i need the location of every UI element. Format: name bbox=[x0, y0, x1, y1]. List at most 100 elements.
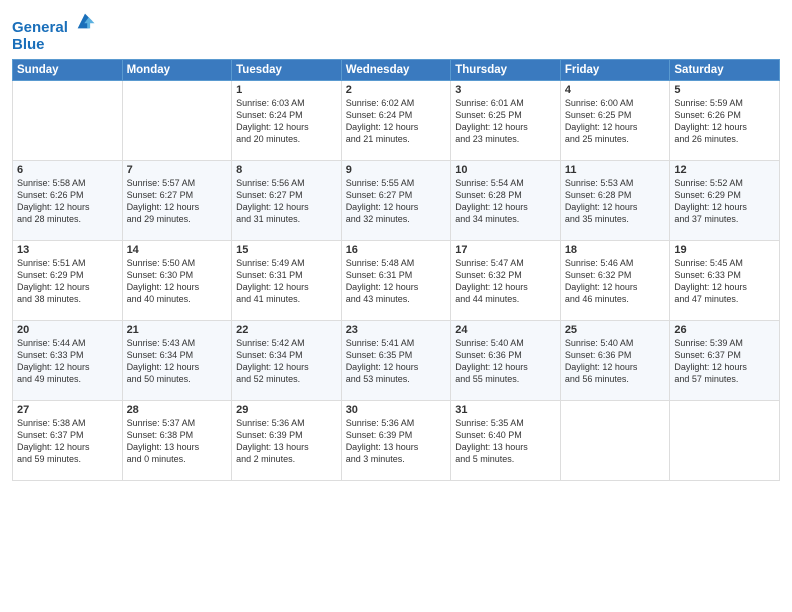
calendar-cell bbox=[560, 401, 670, 481]
cell-content: Sunrise: 5:57 AM Sunset: 6:27 PM Dayligh… bbox=[127, 177, 228, 226]
calendar-cell: 1Sunrise: 6:03 AM Sunset: 6:24 PM Daylig… bbox=[232, 81, 342, 161]
calendar-cell: 13Sunrise: 5:51 AM Sunset: 6:29 PM Dayli… bbox=[13, 241, 123, 321]
day-number: 17 bbox=[455, 244, 556, 256]
calendar-header-row: SundayMondayTuesdayWednesdayThursdayFrid… bbox=[13, 60, 780, 81]
calendar-header-wednesday: Wednesday bbox=[341, 60, 451, 81]
cell-content: Sunrise: 5:55 AM Sunset: 6:27 PM Dayligh… bbox=[346, 177, 447, 226]
day-number: 29 bbox=[236, 404, 337, 416]
cell-content: Sunrise: 5:51 AM Sunset: 6:29 PM Dayligh… bbox=[17, 257, 118, 306]
cell-content: Sunrise: 5:49 AM Sunset: 6:31 PM Dayligh… bbox=[236, 257, 337, 306]
calendar-cell: 16Sunrise: 5:48 AM Sunset: 6:31 PM Dayli… bbox=[341, 241, 451, 321]
calendar-header-thursday: Thursday bbox=[451, 60, 561, 81]
day-number: 18 bbox=[565, 244, 666, 256]
cell-content: Sunrise: 5:40 AM Sunset: 6:36 PM Dayligh… bbox=[455, 337, 556, 386]
calendar-week-row: 27Sunrise: 5:38 AM Sunset: 6:37 PM Dayli… bbox=[13, 401, 780, 481]
day-number: 27 bbox=[17, 404, 118, 416]
calendar-cell bbox=[670, 401, 780, 481]
day-number: 8 bbox=[236, 164, 337, 176]
calendar-cell: 7Sunrise: 5:57 AM Sunset: 6:27 PM Daylig… bbox=[122, 161, 232, 241]
day-number: 14 bbox=[127, 244, 228, 256]
day-number: 1 bbox=[236, 84, 337, 96]
calendar-cell: 18Sunrise: 5:46 AM Sunset: 6:32 PM Dayli… bbox=[560, 241, 670, 321]
calendar-cell: 25Sunrise: 5:40 AM Sunset: 6:36 PM Dayli… bbox=[560, 321, 670, 401]
calendar-cell: 9Sunrise: 5:55 AM Sunset: 6:27 PM Daylig… bbox=[341, 161, 451, 241]
calendar-cell: 19Sunrise: 5:45 AM Sunset: 6:33 PM Dayli… bbox=[670, 241, 780, 321]
calendar-week-row: 1Sunrise: 6:03 AM Sunset: 6:24 PM Daylig… bbox=[13, 81, 780, 161]
day-number: 15 bbox=[236, 244, 337, 256]
cell-content: Sunrise: 6:02 AM Sunset: 6:24 PM Dayligh… bbox=[346, 97, 447, 146]
cell-content: Sunrise: 5:42 AM Sunset: 6:34 PM Dayligh… bbox=[236, 337, 337, 386]
day-number: 7 bbox=[127, 164, 228, 176]
day-number: 23 bbox=[346, 324, 447, 336]
calendar-cell bbox=[122, 81, 232, 161]
day-number: 6 bbox=[17, 164, 118, 176]
cell-content: Sunrise: 5:50 AM Sunset: 6:30 PM Dayligh… bbox=[127, 257, 228, 306]
cell-content: Sunrise: 5:35 AM Sunset: 6:40 PM Dayligh… bbox=[455, 417, 556, 466]
day-number: 5 bbox=[674, 84, 775, 96]
page-container: General Blue SundayMondayTuesdayWednesda… bbox=[0, 0, 792, 612]
cell-content: Sunrise: 5:45 AM Sunset: 6:33 PM Dayligh… bbox=[674, 257, 775, 306]
cell-content: Sunrise: 5:43 AM Sunset: 6:34 PM Dayligh… bbox=[127, 337, 228, 386]
calendar-table: SundayMondayTuesdayWednesdayThursdayFrid… bbox=[12, 59, 780, 481]
day-number: 28 bbox=[127, 404, 228, 416]
calendar-header-saturday: Saturday bbox=[670, 60, 780, 81]
calendar-cell: 30Sunrise: 5:36 AM Sunset: 6:39 PM Dayli… bbox=[341, 401, 451, 481]
calendar-cell bbox=[13, 81, 123, 161]
cell-content: Sunrise: 5:58 AM Sunset: 6:26 PM Dayligh… bbox=[17, 177, 118, 226]
day-number: 12 bbox=[674, 164, 775, 176]
cell-content: Sunrise: 5:54 AM Sunset: 6:28 PM Dayligh… bbox=[455, 177, 556, 226]
day-number: 16 bbox=[346, 244, 447, 256]
calendar-cell: 21Sunrise: 5:43 AM Sunset: 6:34 PM Dayli… bbox=[122, 321, 232, 401]
cell-content: Sunrise: 5:41 AM Sunset: 6:35 PM Dayligh… bbox=[346, 337, 447, 386]
cell-content: Sunrise: 6:00 AM Sunset: 6:25 PM Dayligh… bbox=[565, 97, 666, 146]
cell-content: Sunrise: 5:47 AM Sunset: 6:32 PM Dayligh… bbox=[455, 257, 556, 306]
cell-content: Sunrise: 5:40 AM Sunset: 6:36 PM Dayligh… bbox=[565, 337, 666, 386]
cell-content: Sunrise: 5:46 AM Sunset: 6:32 PM Dayligh… bbox=[565, 257, 666, 306]
cell-content: Sunrise: 5:36 AM Sunset: 6:39 PM Dayligh… bbox=[346, 417, 447, 466]
calendar-cell: 17Sunrise: 5:47 AM Sunset: 6:32 PM Dayli… bbox=[451, 241, 561, 321]
calendar-cell: 6Sunrise: 5:58 AM Sunset: 6:26 PM Daylig… bbox=[13, 161, 123, 241]
day-number: 3 bbox=[455, 84, 556, 96]
calendar-cell: 20Sunrise: 5:44 AM Sunset: 6:33 PM Dayli… bbox=[13, 321, 123, 401]
cell-content: Sunrise: 5:38 AM Sunset: 6:37 PM Dayligh… bbox=[17, 417, 118, 466]
day-number: 10 bbox=[455, 164, 556, 176]
day-number: 31 bbox=[455, 404, 556, 416]
cell-content: Sunrise: 5:37 AM Sunset: 6:38 PM Dayligh… bbox=[127, 417, 228, 466]
calendar-week-row: 6Sunrise: 5:58 AM Sunset: 6:26 PM Daylig… bbox=[13, 161, 780, 241]
calendar-cell: 12Sunrise: 5:52 AM Sunset: 6:29 PM Dayli… bbox=[670, 161, 780, 241]
day-number: 20 bbox=[17, 324, 118, 336]
day-number: 13 bbox=[17, 244, 118, 256]
logo-blue-text: Blue bbox=[12, 37, 96, 54]
calendar-cell: 10Sunrise: 5:54 AM Sunset: 6:28 PM Dayli… bbox=[451, 161, 561, 241]
day-number: 25 bbox=[565, 324, 666, 336]
logo: General Blue bbox=[12, 10, 96, 53]
day-number: 9 bbox=[346, 164, 447, 176]
day-number: 21 bbox=[127, 324, 228, 336]
calendar-cell: 31Sunrise: 5:35 AM Sunset: 6:40 PM Dayli… bbox=[451, 401, 561, 481]
calendar-header-monday: Monday bbox=[122, 60, 232, 81]
cell-content: Sunrise: 5:53 AM Sunset: 6:28 PM Dayligh… bbox=[565, 177, 666, 226]
calendar-week-row: 13Sunrise: 5:51 AM Sunset: 6:29 PM Dayli… bbox=[13, 241, 780, 321]
calendar-cell: 22Sunrise: 5:42 AM Sunset: 6:34 PM Dayli… bbox=[232, 321, 342, 401]
cell-content: Sunrise: 5:48 AM Sunset: 6:31 PM Dayligh… bbox=[346, 257, 447, 306]
calendar-cell: 2Sunrise: 6:02 AM Sunset: 6:24 PM Daylig… bbox=[341, 81, 451, 161]
calendar-cell: 14Sunrise: 5:50 AM Sunset: 6:30 PM Dayli… bbox=[122, 241, 232, 321]
cell-content: Sunrise: 5:36 AM Sunset: 6:39 PM Dayligh… bbox=[236, 417, 337, 466]
day-number: 2 bbox=[346, 84, 447, 96]
day-number: 4 bbox=[565, 84, 666, 96]
cell-content: Sunrise: 5:59 AM Sunset: 6:26 PM Dayligh… bbox=[674, 97, 775, 146]
calendar-cell: 24Sunrise: 5:40 AM Sunset: 6:36 PM Dayli… bbox=[451, 321, 561, 401]
cell-content: Sunrise: 5:56 AM Sunset: 6:27 PM Dayligh… bbox=[236, 177, 337, 226]
calendar-cell: 11Sunrise: 5:53 AM Sunset: 6:28 PM Dayli… bbox=[560, 161, 670, 241]
calendar-cell: 28Sunrise: 5:37 AM Sunset: 6:38 PM Dayli… bbox=[122, 401, 232, 481]
calendar-cell: 4Sunrise: 6:00 AM Sunset: 6:25 PM Daylig… bbox=[560, 81, 670, 161]
cell-content: Sunrise: 5:39 AM Sunset: 6:37 PM Dayligh… bbox=[674, 337, 775, 386]
calendar-header-tuesday: Tuesday bbox=[232, 60, 342, 81]
day-number: 22 bbox=[236, 324, 337, 336]
logo-icon bbox=[74, 10, 96, 32]
calendar-cell: 29Sunrise: 5:36 AM Sunset: 6:39 PM Dayli… bbox=[232, 401, 342, 481]
cell-content: Sunrise: 5:52 AM Sunset: 6:29 PM Dayligh… bbox=[674, 177, 775, 226]
calendar-cell: 5Sunrise: 5:59 AM Sunset: 6:26 PM Daylig… bbox=[670, 81, 780, 161]
calendar-cell: 8Sunrise: 5:56 AM Sunset: 6:27 PM Daylig… bbox=[232, 161, 342, 241]
calendar-header-sunday: Sunday bbox=[13, 60, 123, 81]
